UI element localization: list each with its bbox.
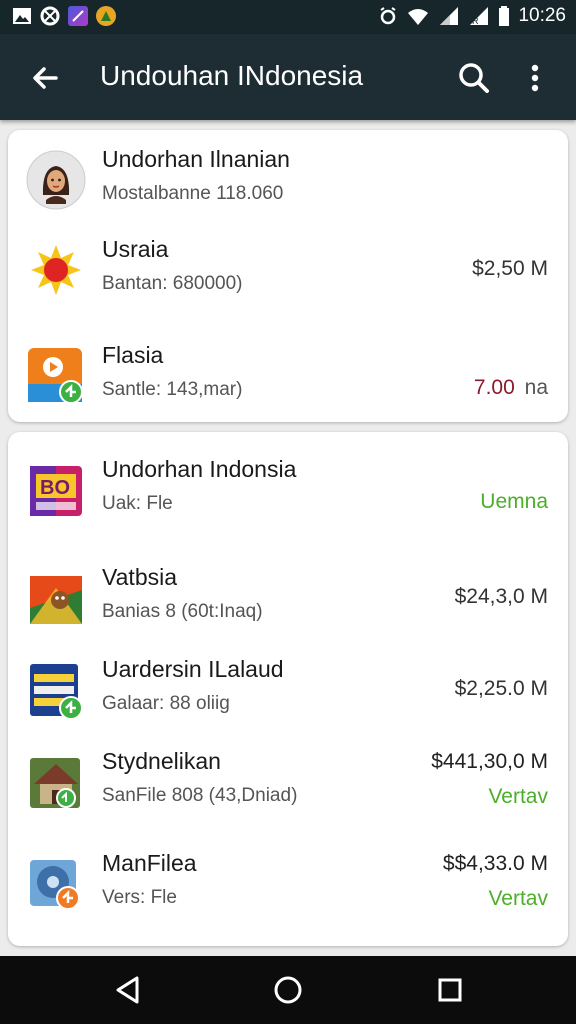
media-app-icon (26, 346, 86, 406)
page-title: Undouhan INdonesia (100, 60, 364, 91)
item-price: $2,50 M (472, 257, 548, 280)
list-item[interactable]: Stydnelikan SanFile 808 (43,Dniad) $441,… (8, 742, 568, 822)
game-app-icon (26, 568, 86, 628)
item-name: Undorhan Indonsia (102, 456, 297, 482)
app-bar: Undouhan INdonesia (0, 34, 576, 120)
item-name: Undorhan Ilnanian (102, 146, 290, 172)
item-price: $2,25.0 M (454, 677, 548, 700)
list-item[interactable]: BO Undorhan Indonsia Uak: Fle Uemna (8, 450, 568, 530)
list-item[interactable]: ManFilea Vers: Fle $$4,33.0 M Vertav (8, 844, 568, 924)
list-item[interactable]: Undorhan Ilnanian Mostalbanne 118.060 (8, 140, 568, 220)
nav-home-button[interactable] (266, 968, 310, 1012)
sun-icon (26, 240, 86, 300)
disc-app-icon (26, 854, 86, 914)
item-name: Uardersin ILalaud (102, 656, 284, 682)
nav-back-button[interactable] (106, 968, 150, 1012)
edit-icon (68, 6, 88, 26)
image-icon (12, 6, 32, 26)
item-subtitle: Santle: 143,mar) (102, 379, 243, 400)
back-button[interactable] (26, 58, 66, 98)
status-bar: R 10:26 (0, 0, 576, 34)
recents-square-icon (438, 978, 462, 1002)
item-subtitle: SanFile 808 (43,Dniad) (102, 785, 298, 806)
item-price: $24,3,0 M (454, 585, 548, 608)
item-subtitle: Vers: Fle (102, 887, 177, 908)
item-price: $441,30,0 M (431, 750, 548, 773)
notification-icons (12, 6, 116, 26)
svg-text:BO: BO (40, 477, 70, 499)
arrow-left-icon (33, 67, 58, 89)
alarm-icon (380, 7, 397, 25)
item-name: Stydnelikan (102, 748, 221, 774)
nav-recents-button[interactable] (428, 968, 472, 1012)
list-item[interactable]: Flasia Santle: 143,mar) 7.00 na (8, 336, 568, 416)
search-button[interactable] (454, 58, 494, 98)
blue-app-icon (26, 660, 86, 720)
home-circle-icon (274, 976, 302, 1004)
item-status: Vertav (488, 887, 548, 910)
item-subtitle: Banias 8 (60t:Inaq) (102, 601, 263, 622)
house-app-icon (26, 752, 86, 812)
battery-icon (499, 6, 510, 26)
item-price-value: 7.00 (473, 376, 515, 399)
item-status: Uemna (480, 490, 548, 513)
navigation-bar (0, 956, 576, 1024)
list-item[interactable]: Usraia Bantan: 680000) $2,50 M (8, 230, 568, 310)
item-subtitle: Galaar: 88 oliig (102, 693, 230, 714)
item-subtitle: Bantan: 680000) (102, 273, 243, 294)
cat-icon (40, 6, 60, 26)
list-item[interactable]: Uardersin ILalaud Galaar: 88 oliig $2,25… (8, 650, 568, 730)
item-subtitle: Uak: Fle (102, 493, 173, 514)
section-card-2: BO Undorhan Indonsia Uak: Fle Uemna Vatb… (8, 432, 568, 946)
svg-text:R: R (472, 16, 479, 26)
wifi-icon (408, 9, 429, 25)
item-name: ManFilea (102, 850, 197, 876)
item-price: 7.00 na (474, 376, 548, 400)
back-triangle-icon (116, 976, 139, 1004)
shield-icon (96, 6, 116, 26)
more-vert-icon (531, 64, 539, 92)
section-card-1: Undorhan Ilnanian Mostalbanne 118.060 Us… (8, 130, 568, 422)
signal-icon (440, 7, 459, 25)
system-icons: R 10:26 (378, 5, 566, 27)
search-icon (459, 63, 489, 93)
item-price-unit: na (524, 376, 548, 399)
avatar-icon (26, 150, 86, 210)
bo-app-icon: BO (26, 460, 86, 520)
item-price: $$4,33.0 M (442, 852, 548, 875)
clock: 10:26 (518, 5, 566, 26)
overflow-menu-button[interactable] (520, 58, 550, 98)
item-status: Vertav (488, 785, 548, 808)
item-subtitle: Mostalbanne 118.060 (102, 183, 284, 204)
list-item[interactable]: Vatbsia Banias 8 (60t:Inaq) $24,3,0 M (8, 558, 568, 638)
item-name: Vatbsia (102, 564, 178, 590)
item-name: Flasia (102, 342, 164, 368)
item-name: Usraia (102, 236, 169, 262)
signal-r-icon: R (470, 7, 489, 26)
